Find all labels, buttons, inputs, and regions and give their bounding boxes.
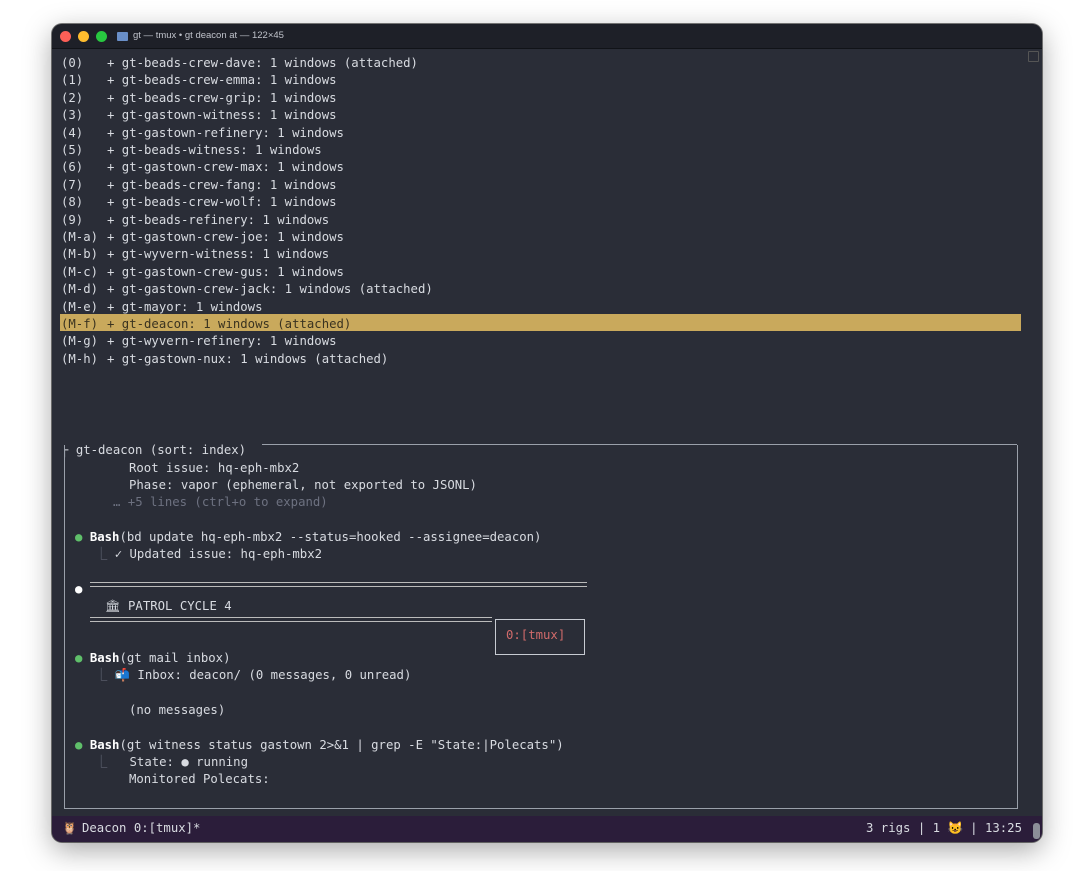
session-key: (M-e): [61, 299, 99, 314]
terminal-content: (0) + gt-beads-crew-dave: 1 windows (atta…: [61, 24, 1042, 786]
session-row[interactable]: (M-d) + gt-gastown-crew-jack: 1 windows (…: [61, 281, 433, 298]
session-label: + gt-beads-crew-dave: 1 windows (attache…: [107, 56, 418, 70]
tmux-popup[interactable]: 0:[tmux]: [495, 619, 585, 655]
session-label: + gt-gastown-nux: 1 windows (attached): [107, 351, 389, 366]
session-label: + gt-beads-witness: 1 windows: [107, 143, 322, 157]
session-key: (M-c): [61, 264, 99, 279]
session-key: (M-a): [61, 230, 99, 244]
session-label: + gt-gastown-crew-max: 1 windows: [107, 160, 344, 175]
session-key: (7): [61, 177, 84, 192]
rigs-count: 3 rigs: [865, 821, 911, 835]
session-label: + gt-wyvern-witness: 1 windows: [107, 247, 330, 262]
session-key: (1): [61, 73, 84, 88]
session-key: (6): [61, 160, 84, 175]
session-label: + gt-gastown-refinery: 1 windows: [107, 125, 344, 140]
session-key: (M-g): [61, 334, 99, 349]
session-label: + gt-beads-crew-wolf: 1 windows: [107, 195, 337, 210]
session-label: + gt-wyvern-refinery: 1 windows: [107, 334, 337, 349]
session-key: (2): [61, 90, 84, 105]
session-row[interactable]: (1) + gt-beads-crew-emma: 1 windows: [61, 72, 337, 89]
session-row[interactable]: (6) + gt-gastown-crew-max: 1 windows: [61, 159, 344, 176]
session-label: + gt-beads-crew-fang: 1 windows: [107, 177, 337, 192]
session-row[interactable]: (4) + gt-gastown-refinery: 1 windows: [61, 125, 344, 142]
session-key: (8): [61, 195, 84, 210]
tmux-popup-label: 0:[tmux]: [506, 628, 566, 642]
session-label: + gt-gastown-crew-gus: 1 windows: [107, 264, 344, 279]
badge-count: 1: [932, 821, 941, 835]
session-label: + gt-deacon: 1 windows (attached): [107, 317, 352, 331]
separator: |: [970, 821, 978, 835]
status-right: 3 rigs | 1 😺 | 13:25: [866, 821, 1022, 836]
session-label: + gt-beads-refinery: 1 windows: [107, 212, 330, 227]
session-key: (M-b): [61, 247, 99, 262]
terminal-window: gt — tmux • gt deacon at — 122×45 (0) + g…: [52, 24, 1042, 842]
session-label: + gt-gastown-crew-joe: 1 windows: [107, 230, 344, 244]
session-row[interactable]: (7) + gt-beads-crew-fang: 1 windows: [61, 177, 337, 194]
session-row[interactable]: (9) + gt-beads-refinery: 1 windows: [61, 212, 329, 229]
scrollbar-thumb[interactable]: [1033, 823, 1040, 839]
session-label: + gt-beads-crew-emma: 1 windows: [107, 73, 337, 88]
status-left[interactable]: Deacon 0:[tmux]*: [82, 821, 200, 835]
session-label: + gt-beads-crew-grip: 1 windows: [107, 90, 337, 105]
patrol-rule-top: [90, 582, 587, 587]
owl-icon: 🦉: [62, 821, 77, 835]
session-row[interactable]: (M-h) + gt-gastown-nux: 1 windows (attach…: [61, 351, 388, 368]
session-key: (M-d): [61, 282, 99, 297]
session-key: (3): [61, 108, 84, 123]
session-row[interactable]: (M-e) + gt-mayor: 1 windows: [61, 299, 262, 316]
separator: |: [917, 821, 926, 835]
session-label: + gt-gastown-witness: 1 windows: [107, 108, 337, 123]
session-row[interactable]: (8) + gt-beads-crew-wolf: 1 windows: [61, 194, 337, 211]
session-row[interactable]: (M-g) + gt-wyvern-refinery: 1 windows: [61, 333, 337, 350]
session-key: (M-f): [61, 317, 99, 331]
session-row[interactable]: (M-b) + gt-wyvern-witness: 1 windows: [61, 246, 329, 263]
clock: 13:25: [984, 821, 1022, 835]
session-key: (M-h): [61, 351, 99, 366]
session-label: + gt-mayor: 1 windows: [107, 299, 263, 314]
session-row[interactable]: (M-c) + gt-gastown-crew-gus: 1 windows: [61, 264, 344, 281]
session-row[interactable]: (3) + gt-gastown-witness: 1 windows: [61, 107, 337, 124]
session-label: + gt-gastown-crew-jack: 1 windows (attac…: [107, 282, 433, 297]
session-key: (4): [61, 125, 84, 140]
session-key: (0): [61, 56, 84, 70]
session-key: (9): [61, 212, 84, 227]
session-row[interactable]: (M-f) + gt-deacon: 1 windows (attached): [61, 316, 351, 333]
session-key: (5): [61, 143, 84, 157]
patrol-rule-bottom: [90, 617, 492, 622]
session-row[interactable]: (0) + gt-beads-crew-dave: 1 windows (atta…: [61, 55, 418, 72]
session-row[interactable]: (5) + gt-beads-witness: 1 windows: [61, 142, 322, 159]
tmux-status-bar: 🦉 Deacon 0:[tmux]* 3 rigs | 1 😺 | 13:25: [52, 816, 1042, 842]
cat-icon: 😺: [947, 821, 963, 835]
preview-header-rule: [262, 444, 1017, 445]
session-row[interactable]: (2) + gt-beads-crew-grip: 1 windows: [61, 90, 337, 107]
session-row[interactable]: (M-a) + gt-gastown-crew-joe: 1 windows: [61, 229, 344, 246]
